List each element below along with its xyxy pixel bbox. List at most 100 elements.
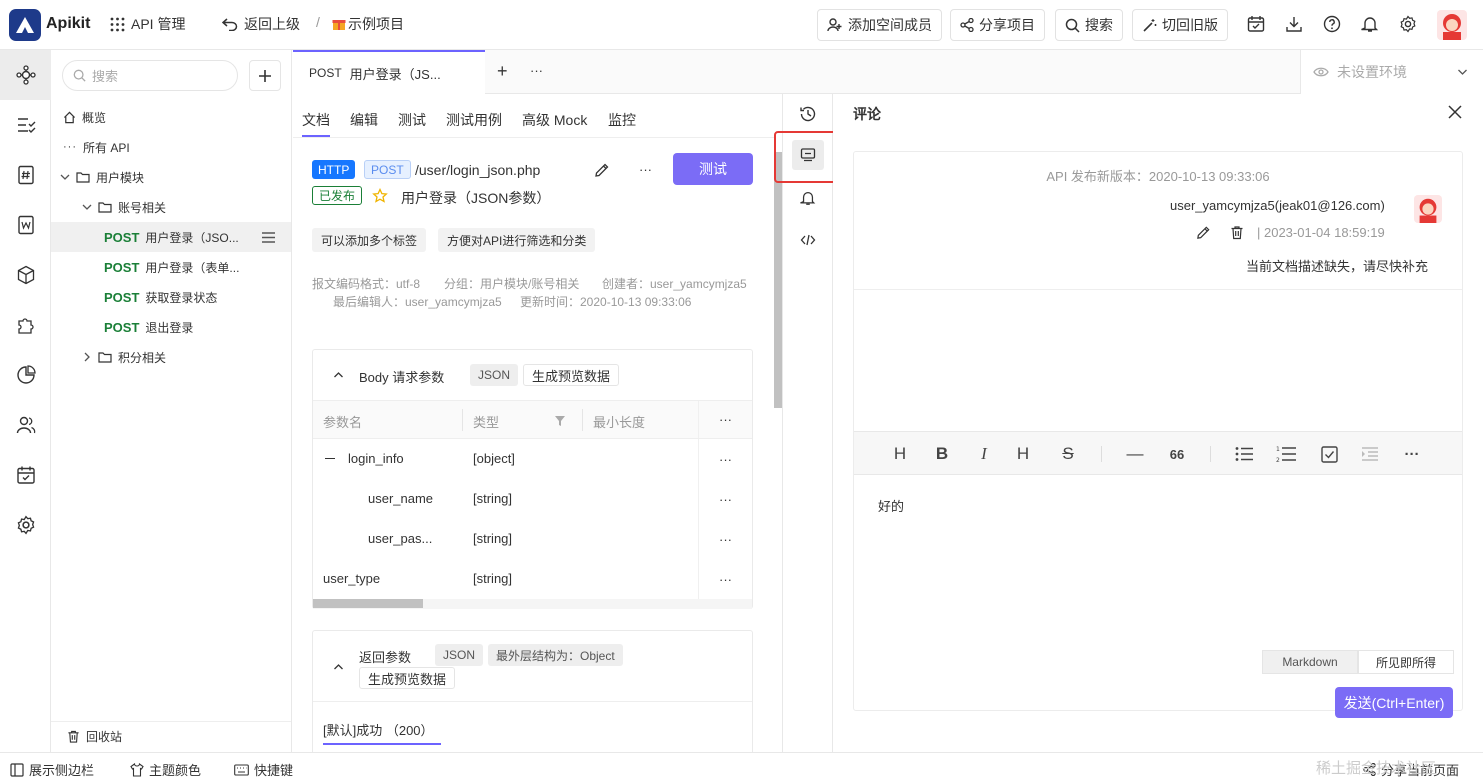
svg-text:1: 1 [1276,446,1280,453]
row-options-icon[interactable]: ··· [698,559,752,599]
subtab-doc[interactable]: 文档 [302,110,330,130]
download-icon[interactable] [1285,15,1305,35]
add-api-button[interactable] [249,60,281,91]
close-icon[interactable] [1448,105,1462,119]
recycle-bin[interactable]: 回收站 [51,721,291,751]
subtab-mock[interactable]: 高级 Mock [522,110,587,130]
heading-icon[interactable]: H [890,444,910,464]
rail-cube-icon[interactable] [0,250,51,300]
subtab-test-cases[interactable]: 测试用例 [446,110,502,130]
folder-icon [76,172,90,183]
rail-list-check-icon[interactable] [0,100,51,150]
rail-api-icon[interactable] [0,50,51,100]
scrollbar-thumb[interactable] [313,599,423,608]
bell-icon[interactable] [1361,15,1381,35]
switch-old-label: 切回旧版 [1162,17,1218,33]
rail-settings-icon[interactable] [0,500,51,550]
filter-icon[interactable] [555,416,565,426]
bullet-list-icon[interactable] [1234,444,1254,464]
gear-icon[interactable] [1399,15,1419,35]
tree-api-login-status[interactable]: POST 获取登录状态 [51,282,291,312]
more-tabs-button[interactable]: ··· [530,63,543,78]
subtab-monitor[interactable]: 监控 [608,110,636,130]
code-icon[interactable] [796,228,820,252]
tab-login-json[interactable]: POST 用户登录（JS... [293,50,485,94]
rail-calendar-icon[interactable] [0,450,51,500]
add-tab-button[interactable]: + [497,61,508,82]
chevron-up-icon[interactable] [333,662,344,672]
horizontal-scrollbar[interactable] [313,599,752,609]
row-options-icon[interactable]: ··· [698,439,752,479]
body-preview-button[interactable]: 生成预览数据 [523,364,620,386]
tag-chip[interactable]: 方便对API进行筛选和分类 [438,228,596,252]
history-icon[interactable] [796,102,820,126]
row-options-icon[interactable]: ··· [698,519,752,559]
send-comment-button[interactable]: 发送(Ctrl+Enter) [1335,687,1453,718]
bold-icon[interactable]: B [932,444,952,464]
tree-api-login-json[interactable]: POST 用户登录（JSO... [51,222,291,252]
trash-icon[interactable] [1230,225,1244,240]
rail-puzzle-icon[interactable] [0,300,51,350]
rail-word-doc-icon[interactable] [0,200,51,250]
more-tools-icon[interactable]: ··· [1402,444,1422,464]
more-actions-icon[interactable]: ··· [639,162,652,177]
vertical-scrollbar[interactable] [774,152,782,408]
search-button[interactable]: 搜索 [1055,9,1123,41]
body-title: Body 请求参数 [359,370,445,385]
wysiwyg-mode-tab[interactable]: 所见即所得 [1358,650,1454,674]
help-icon[interactable] [1323,15,1343,35]
indent-icon[interactable] [1360,444,1380,464]
quote-icon[interactable]: 66 [1167,444,1187,464]
theme-color-button[interactable]: 主题颜色 [130,760,201,779]
markdown-mode-tab[interactable]: Markdown [1262,650,1358,674]
italic-icon[interactable]: I [974,444,994,464]
response-tab-success[interactable]: [默认]成功 （200） [323,720,434,739]
edit-pencil-icon[interactable] [594,162,610,178]
calendar-check-icon[interactable] [1247,15,1267,35]
show-sidebar-button[interactable]: 展示侧边栏 [10,760,94,779]
menu-icon[interactable] [262,232,275,243]
rail-hash-doc-icon[interactable] [0,150,51,200]
edit-pencil-icon[interactable] [1196,225,1211,240]
tree-item-overview[interactable]: 概览 [51,102,291,132]
search-input[interactable]: 搜索 [62,60,238,91]
column-options-icon[interactable]: ··· [698,401,752,438]
switch-old-version-button[interactable]: 切回旧版 [1132,9,1228,41]
tree-folder-account[interactable]: 账号相关 [51,192,291,222]
subtab-test[interactable]: 测试 [398,110,426,130]
tree-folder-points[interactable]: 积分相关 [51,342,291,372]
notification-bell-icon[interactable] [796,186,820,210]
row-options-icon[interactable]: ··· [698,479,752,519]
rail-users-icon[interactable] [0,400,51,450]
chevron-up-icon[interactable] [333,370,344,380]
api-manage-menu[interactable]: API 管理 [110,14,185,34]
api-path: /user/login_json.php [415,162,541,178]
tree-api-login-form[interactable]: POST 用户登录（表单... [51,252,291,282]
tree-item-all-api[interactable]: ··· 所有 API [51,132,291,162]
environment-select[interactable]: 未设置环境 [1300,50,1483,94]
avatar[interactable] [1437,10,1467,40]
tree-folder-user-module[interactable]: 用户模块 [51,162,291,192]
comment-draft-input[interactable]: 好的 [878,496,904,515]
task-list-icon[interactable] [1319,444,1339,464]
shortcuts-button[interactable]: 快捷键 [234,760,293,779]
apikit-logo-icon[interactable] [9,9,41,41]
heading-2-icon[interactable]: H [1013,444,1033,464]
share-project-button[interactable]: 分享项目 [950,9,1045,41]
trash-icon [68,730,79,743]
tag-chip[interactable]: 可以添加多个标签 [312,228,427,252]
back-button[interactable]: 返回上级 [222,14,300,34]
collapse-minus-icon[interactable] [325,458,335,459]
tree-api-logout[interactable]: POST 退出登录 [51,312,291,342]
project-breadcrumb[interactable]: 示例项目 [332,14,404,34]
ordered-list-icon[interactable]: 12 [1276,444,1296,464]
rail-pie-chart-icon[interactable] [0,350,51,400]
strikethrough-icon[interactable]: S [1058,444,1078,464]
horizontal-rule-icon[interactable]: — [1125,444,1145,464]
test-button[interactable]: 测试 [673,153,753,185]
add-member-button[interactable]: 添加空间成员 [817,9,942,41]
subtab-edit[interactable]: 编辑 [350,110,378,130]
param-name: user_name [368,491,434,506]
star-icon[interactable] [372,188,388,204]
response-preview-button[interactable]: 生成预览数据 [359,667,456,689]
